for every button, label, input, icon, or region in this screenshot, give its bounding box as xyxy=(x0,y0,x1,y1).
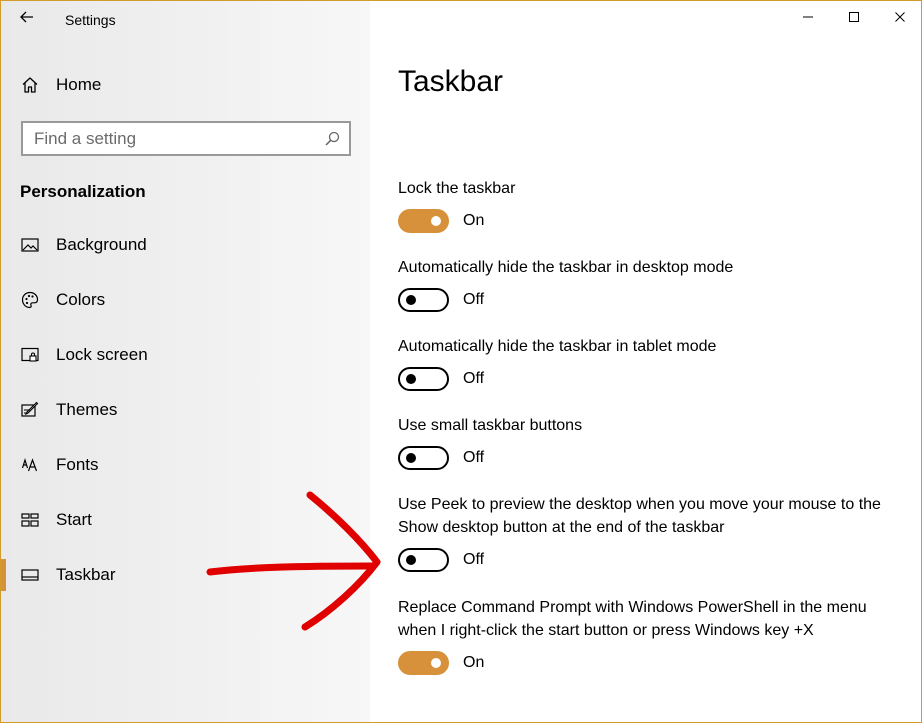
sidebar-item-background[interactable]: Background xyxy=(1,227,370,263)
setting-label: Replace Command Prompt with Windows Powe… xyxy=(398,599,867,639)
close-button[interactable] xyxy=(877,1,921,33)
sidebar-item-start[interactable]: Start xyxy=(1,502,370,538)
toggle-row: On xyxy=(398,209,898,233)
home-label: Home xyxy=(56,75,102,94)
toggle-knob xyxy=(406,374,416,384)
toggle-knob xyxy=(406,453,416,463)
sidebar-item-fonts[interactable]: Fonts xyxy=(1,447,370,483)
search-icon[interactable] xyxy=(323,130,341,148)
toggle-state-label: On xyxy=(463,212,485,229)
toggle-row: Off xyxy=(398,548,898,572)
start-icon xyxy=(20,510,40,530)
window-controls xyxy=(785,1,921,33)
lock-taskbar-toggle[interactable] xyxy=(398,209,449,233)
close-icon xyxy=(895,12,905,22)
autohide-tablet-toggle[interactable] xyxy=(398,367,449,391)
themes-icon xyxy=(20,400,40,420)
sidebar-item-themes[interactable]: Themes xyxy=(1,392,370,428)
picture-icon xyxy=(20,235,40,255)
search-input[interactable] xyxy=(23,123,324,154)
settings-window: Settings Home Personalization xyxy=(0,0,922,723)
setting-peek: Use Peek to preview the desktop when you… xyxy=(398,493,898,572)
maximize-icon xyxy=(849,12,859,22)
toggle-state-label: Off xyxy=(463,449,485,466)
sidebar-item-label: Lock screen xyxy=(56,345,148,364)
back-arrow-icon xyxy=(20,11,33,23)
peek-toggle[interactable] xyxy=(398,548,449,572)
small-buttons-toggle[interactable] xyxy=(398,446,449,470)
toggle-state-label: On xyxy=(463,654,485,671)
sidebar-item-colors[interactable]: Colors xyxy=(1,282,370,318)
taskbar-icon xyxy=(20,565,40,585)
sidebar-item-home[interactable]: Home xyxy=(1,67,370,103)
setting-small-buttons: Use small taskbar buttons Off xyxy=(398,414,898,470)
setting-autohide-tablet: Automatically hide the taskbar in tablet… xyxy=(398,335,898,391)
setting-label: Lock the taskbar xyxy=(398,180,516,197)
toggle-state-label: Off xyxy=(463,291,485,308)
setting-autohide-desktop: Automatically hide the taskbar in deskto… xyxy=(398,256,898,312)
toggle-row: On xyxy=(398,651,898,675)
palette-icon xyxy=(20,290,40,310)
toggle-row: Off xyxy=(398,288,898,312)
minimize-icon xyxy=(803,16,813,18)
setting-label: Use Peek to preview the desktop when you… xyxy=(398,496,881,536)
toggle-row: Off xyxy=(398,367,898,391)
setting-label: Automatically hide the taskbar in deskto… xyxy=(398,259,734,276)
lock-screen-icon xyxy=(20,345,40,365)
sidebar-item-label: Background xyxy=(56,235,147,254)
sidebar-item-taskbar[interactable]: Taskbar xyxy=(1,557,370,593)
powershell-toggle[interactable] xyxy=(398,651,449,675)
home-icon xyxy=(20,75,40,95)
sidebar-item-lock-screen[interactable]: Lock screen xyxy=(1,337,370,373)
page-title: Taskbar xyxy=(398,65,504,98)
toggle-knob xyxy=(406,295,416,305)
fonts-icon xyxy=(20,455,40,475)
sidebar-nav: Background Colors Lock screen Themes Fon… xyxy=(1,227,370,612)
setting-powershell: Replace Command Prompt with Windows Powe… xyxy=(398,596,898,675)
setting-lock-taskbar: Lock the taskbar On xyxy=(398,177,898,233)
maximize-button[interactable] xyxy=(831,1,877,33)
toggle-row: Off xyxy=(398,446,898,470)
toggle-state-label: Off xyxy=(463,551,485,568)
sidebar: Settings Home Personalization xyxy=(1,1,370,722)
setting-label: Use small taskbar buttons xyxy=(398,417,583,434)
toggle-state-label: Off xyxy=(463,370,485,387)
back-button[interactable] xyxy=(13,5,41,29)
sidebar-item-label: Fonts xyxy=(56,455,99,474)
toggle-knob xyxy=(431,658,441,668)
sidebar-item-label: Start xyxy=(56,510,92,529)
sidebar-item-label: Taskbar xyxy=(56,565,116,584)
autohide-desktop-toggle[interactable] xyxy=(398,288,449,312)
toggle-knob xyxy=(431,216,441,226)
sidebar-item-label: Themes xyxy=(56,400,118,419)
section-heading: Personalization xyxy=(20,182,146,201)
window-title: Settings xyxy=(65,12,116,28)
search-box[interactable] xyxy=(21,121,351,156)
minimize-button[interactable] xyxy=(785,1,831,33)
main-content: Taskbar Lock the taskbar On Automaticall… xyxy=(370,1,921,722)
sidebar-item-label: Colors xyxy=(56,290,106,309)
toggle-knob xyxy=(406,555,416,565)
setting-label: Automatically hide the taskbar in tablet… xyxy=(398,338,717,355)
